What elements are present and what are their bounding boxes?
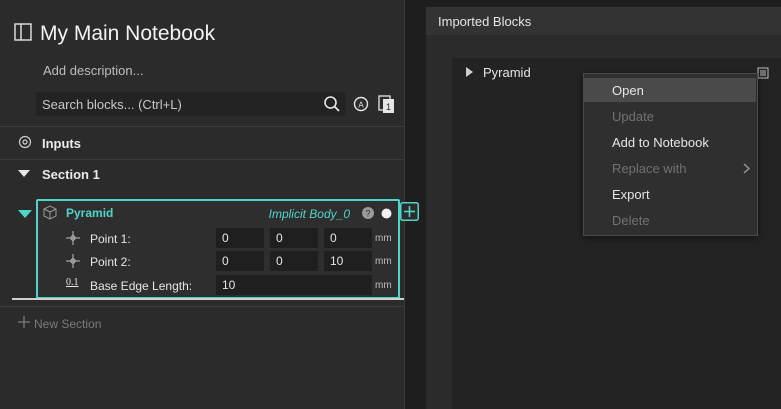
- param-label-base-edge: Base Edge Length:: [90, 279, 193, 293]
- search-placeholder: Search blocks... (Ctrl+L): [42, 97, 182, 112]
- menu-item-label: Open: [612, 83, 644, 98]
- point1-z-input[interactable]: [324, 228, 372, 248]
- inputs-label: Inputs: [42, 136, 81, 151]
- menu-item-label: Delete: [612, 213, 650, 228]
- menu-item-add-to-notebook[interactable]: Add to Notebook: [584, 130, 756, 154]
- menu-item-open[interactable]: Open: [584, 78, 756, 102]
- status-dot-icon[interactable]: [381, 206, 392, 224]
- panel-toggle-icon[interactable]: [14, 22, 32, 46]
- block-output-name[interactable]: Implicit Body_0: [269, 207, 350, 221]
- menu-item-replace-with[interactable]: Replace with: [584, 156, 756, 180]
- drop-indicator: [12, 298, 404, 300]
- copy-icon[interactable]: 1: [378, 95, 396, 118]
- help-icon[interactable]: ?: [362, 206, 374, 224]
- new-section-button[interactable]: New Section: [18, 316, 101, 331]
- param-label-point2: Point 2:: [90, 255, 131, 269]
- unit-label: mm: [375, 256, 392, 267]
- imported-item-label: Pyramid: [483, 65, 531, 80]
- notebook-title[interactable]: My Main Notebook: [40, 22, 215, 46]
- point2-z-input[interactable]: [324, 251, 372, 271]
- section-label: Section 1: [42, 167, 100, 182]
- imported-blocks-title: Imported Blocks: [438, 14, 532, 29]
- menu-item-label: Export: [612, 187, 650, 202]
- block-params: Point 1: mm Point 2: mm 0.1 Base Edge Le…: [38, 225, 398, 295]
- list-icon[interactable]: [757, 66, 769, 84]
- notebook-title-row: My Main Notebook: [14, 20, 215, 48]
- divider: [0, 306, 404, 307]
- point1-y-input[interactable]: [270, 228, 318, 248]
- plus-icon: [18, 316, 30, 331]
- context-menu: Open Update Add to Notebook Replace with…: [583, 73, 758, 236]
- param-label-point1: Point 1:: [90, 232, 131, 246]
- menu-item-label: Add to Notebook: [612, 135, 709, 150]
- description-field[interactable]: Add description...: [43, 63, 143, 78]
- menu-item-label: Replace with: [612, 161, 687, 176]
- imported-item-pyramid[interactable]: Pyramid: [466, 65, 531, 80]
- point1-x-input[interactable]: [216, 228, 264, 248]
- search-icon[interactable]: [323, 95, 341, 118]
- chevron-right-icon: [743, 163, 750, 174]
- menu-item-export[interactable]: Export: [584, 182, 756, 206]
- cube-icon: [42, 204, 58, 225]
- chevron-right-icon[interactable]: [466, 65, 473, 80]
- gear-icon: [18, 135, 32, 152]
- section-header[interactable]: Section 1: [18, 167, 100, 182]
- search-blocks-input[interactable]: Search blocks... (Ctrl+L): [36, 92, 346, 116]
- unit-label: mm: [375, 233, 392, 244]
- block-collapse-icon[interactable]: [18, 206, 32, 224]
- imported-blocks-header: Imported Blocks: [426, 7, 781, 35]
- point-icon: [66, 254, 80, 273]
- refresh-icon[interactable]: A: [352, 95, 370, 118]
- inputs-header[interactable]: Inputs: [18, 135, 81, 152]
- point2-y-input[interactable]: [270, 251, 318, 271]
- menu-item-update[interactable]: Update: [584, 104, 756, 128]
- svg-text:?: ?: [365, 209, 370, 219]
- divider: [0, 126, 404, 127]
- svg-text:1: 1: [386, 102, 391, 112]
- divider: [0, 159, 404, 160]
- unit-label: mm: [375, 280, 392, 291]
- svg-text:A: A: [358, 101, 364, 110]
- point2-x-input[interactable]: [216, 251, 264, 271]
- pyramid-block[interactable]: Pyramid Implicit Body_0 ? Point 1: mm Po…: [36, 199, 400, 299]
- chevron-down-icon[interactable]: [18, 167, 30, 182]
- menu-item-delete[interactable]: Delete: [584, 208, 756, 232]
- base-edge-length-input[interactable]: [216, 275, 372, 295]
- block-name[interactable]: Pyramid: [66, 206, 113, 220]
- new-section-label: New Section: [34, 316, 102, 331]
- add-block-button[interactable]: [400, 202, 419, 226]
- scalar-icon: 0.1: [66, 277, 79, 288]
- point-icon: [66, 231, 80, 250]
- menu-item-label: Update: [612, 109, 654, 124]
